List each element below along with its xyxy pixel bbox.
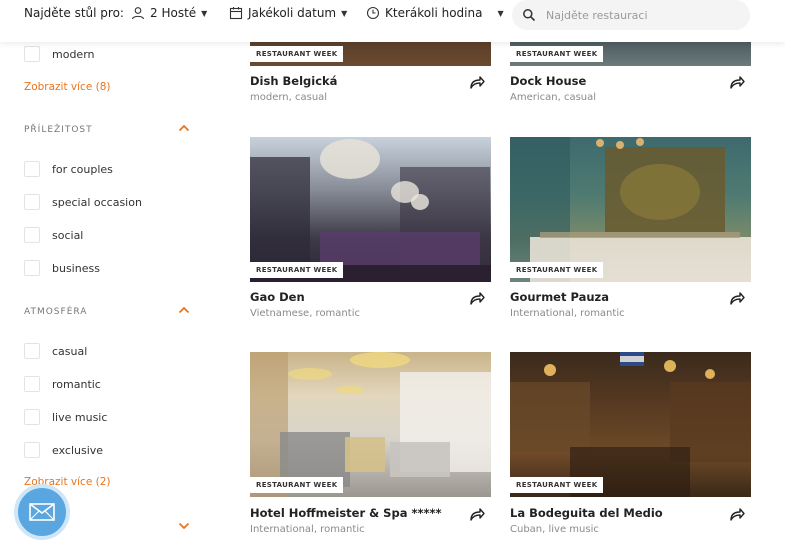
section-header-atmosphere[interactable]: ATMOSFÉRA bbox=[24, 305, 190, 317]
restaurant-tags: International, romantic bbox=[510, 308, 625, 319]
section-header-occasion[interactable]: PŘÍLEŽITOST bbox=[24, 123, 190, 135]
restaurant-name[interactable]: Dish Belgická bbox=[250, 74, 337, 88]
restaurant-card[interactable]: RESTAURANT WEEK Gourmet Pauza Internatio… bbox=[510, 137, 751, 323]
photo-illustration bbox=[250, 352, 491, 497]
share-icon[interactable] bbox=[469, 291, 485, 305]
restaurant-photo[interactable]: RESTAURANT WEEK bbox=[510, 137, 751, 282]
section-title: ATMOSFÉRA bbox=[24, 307, 88, 317]
chevron-up-icon[interactable] bbox=[178, 123, 190, 133]
filter-checkbox-exclusive[interactable]: exclusive bbox=[24, 442, 103, 458]
calendar-icon bbox=[229, 7, 243, 20]
guests-dropdown[interactable]: 2 Hosté ▼ bbox=[131, 6, 207, 20]
restaurant-card[interactable]: RESTAURANT WEEK Hotel Hoffmeister & Spa … bbox=[250, 352, 491, 542]
find-table-label: Najděte stůl pro: bbox=[24, 6, 124, 20]
caret-down-icon: ▼ bbox=[341, 8, 348, 18]
person-icon bbox=[131, 7, 145, 20]
restaurant-card[interactable]: RESTAURANT WEEK La Bodeguita del Medio C… bbox=[510, 352, 751, 542]
filter-checkbox-couples[interactable]: for couples bbox=[24, 161, 113, 177]
restaurant-week-badge: RESTAURANT WEEK bbox=[510, 46, 604, 62]
guests-value: 2 Hosté bbox=[150, 6, 197, 20]
share-icon[interactable] bbox=[729, 507, 745, 521]
share-icon[interactable] bbox=[729, 75, 745, 89]
newsletter-button[interactable] bbox=[14, 484, 70, 540]
photo-illustration bbox=[510, 137, 751, 282]
checkbox-label: social bbox=[52, 228, 84, 242]
time-value: Kterákoli hodina bbox=[385, 6, 483, 20]
checkbox-label: for couples bbox=[52, 162, 113, 176]
filters-sidebar: modern Zobrazit více (8) PŘÍLEŽITOST for… bbox=[0, 42, 215, 553]
date-dropdown[interactable]: Jakékoli datum ▼ bbox=[229, 6, 347, 20]
filter-checkbox-social[interactable]: social bbox=[24, 227, 83, 243]
restaurant-week-badge: RESTAURANT WEEK bbox=[250, 262, 344, 278]
time-dropdown[interactable]: Kterákoli hodina ▼ bbox=[366, 6, 504, 20]
checkbox[interactable] bbox=[24, 343, 40, 359]
share-icon[interactable] bbox=[729, 291, 745, 305]
checkbox[interactable] bbox=[24, 409, 40, 425]
restaurant-tags: Cuban, live music bbox=[510, 524, 599, 535]
checkbox-label: casual bbox=[52, 344, 88, 358]
checkbox[interactable] bbox=[24, 161, 40, 177]
search-icon bbox=[523, 9, 536, 22]
restaurant-name[interactable]: Hotel Hoffmeister & Spa ***** bbox=[250, 506, 442, 520]
checkbox[interactable] bbox=[24, 442, 40, 458]
restaurant-week-badge: RESTAURANT WEEK bbox=[250, 477, 344, 493]
show-more-link[interactable]: Zobrazit více (8) bbox=[24, 81, 111, 93]
clock-icon bbox=[366, 6, 380, 20]
chevron-down-icon[interactable] bbox=[178, 521, 190, 531]
restaurant-tags: Vietnamese, romantic bbox=[250, 308, 360, 319]
share-icon[interactable] bbox=[469, 75, 485, 89]
filter-checkbox-live-music[interactable]: live music bbox=[24, 409, 107, 425]
filter-checkbox-business[interactable]: business bbox=[24, 260, 100, 276]
checkbox[interactable] bbox=[24, 376, 40, 392]
envelope-icon bbox=[29, 503, 55, 521]
checkbox[interactable] bbox=[24, 194, 40, 210]
restaurant-name[interactable]: Gao Den bbox=[250, 290, 305, 304]
checkbox-label: modern bbox=[52, 47, 95, 61]
checkbox[interactable] bbox=[24, 227, 40, 243]
restaurant-tags: International, romantic bbox=[250, 524, 365, 535]
restaurant-tags: American, casual bbox=[510, 92, 597, 103]
filter-checkbox-special-occasion[interactable]: special occasion bbox=[24, 194, 142, 210]
checkbox-label: romantic bbox=[52, 377, 101, 391]
restaurant-name[interactable]: La Bodeguita del Medio bbox=[510, 506, 663, 520]
restaurant-week-badge: RESTAURANT WEEK bbox=[510, 477, 604, 493]
checkbox-label: special occasion bbox=[52, 195, 142, 209]
restaurant-photo[interactable]: RESTAURANT WEEK bbox=[250, 352, 491, 497]
checkbox-label: business bbox=[52, 261, 100, 275]
chevron-up-icon[interactable] bbox=[178, 305, 190, 315]
filter-checkbox-casual[interactable]: casual bbox=[24, 343, 87, 359]
filter-bar: Najděte stůl pro: 2 Hosté ▼ Jakékoli dat… bbox=[0, 0, 785, 42]
section-title: PŘÍLEŽITOST bbox=[24, 125, 93, 135]
caret-down-icon: ▼ bbox=[497, 8, 504, 18]
restaurant-card[interactable]: RESTAURANT WEEK Gao Den Vietnamese, roma… bbox=[250, 137, 491, 323]
checkbox-label: live music bbox=[52, 410, 108, 424]
caret-down-icon: ▼ bbox=[201, 8, 208, 18]
restaurant-tags: modern, casual bbox=[250, 92, 328, 103]
photo-illustration bbox=[510, 352, 751, 497]
photo-illustration bbox=[250, 139, 491, 282]
restaurant-week-badge: RESTAURANT WEEK bbox=[510, 262, 604, 278]
checkbox[interactable] bbox=[24, 46, 40, 62]
restaurant-photo[interactable]: RESTAURANT WEEK bbox=[510, 352, 751, 497]
checkbox-label: exclusive bbox=[52, 443, 104, 457]
restaurant-week-badge: RESTAURANT WEEK bbox=[250, 46, 344, 62]
filter-checkbox-romantic[interactable]: romantic bbox=[24, 376, 101, 392]
filter-checkbox-modern[interactable]: modern bbox=[24, 46, 95, 62]
restaurant-photo[interactable]: RESTAURANT WEEK bbox=[250, 137, 491, 282]
date-value: Jakékoli datum bbox=[248, 6, 337, 20]
restaurant-name[interactable]: Gourmet Pauza bbox=[510, 290, 609, 304]
checkbox[interactable] bbox=[24, 260, 40, 276]
search-box[interactable] bbox=[512, 0, 750, 30]
share-icon[interactable] bbox=[469, 507, 485, 521]
search-input[interactable] bbox=[546, 8, 726, 22]
restaurant-name[interactable]: Dock House bbox=[510, 74, 586, 88]
